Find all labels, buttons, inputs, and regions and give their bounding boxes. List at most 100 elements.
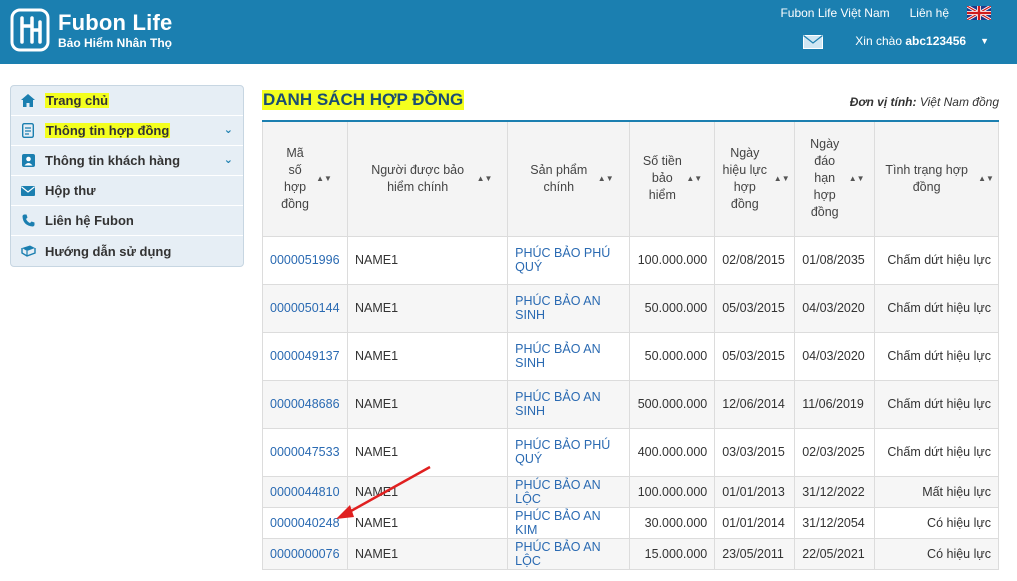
column-header-maturity-date[interactable]: Ngày đáo hạn hợp đồng ▲▼	[794, 120, 876, 237]
sort-icon[interactable]: ▲▼	[477, 175, 493, 183]
product-link[interactable]: PHÚC BẢO AN KIM	[507, 506, 631, 539]
contract-number-link[interactable]: 0000050144	[262, 283, 348, 333]
insured-name: NAME1	[346, 235, 509, 285]
document-icon	[20, 123, 36, 139]
table-row: 0000051996 NAME1 PHÚC BẢO PHÚ QUÝ 100.00…	[262, 235, 999, 285]
top-header: Fubon Life Bảo Hiểm Nhân Thọ Fubon Life …	[0, 0, 1017, 64]
product-link[interactable]: PHÚC BẢO AN SINH	[507, 379, 631, 429]
contract-number-link[interactable]: 0000049137	[262, 331, 348, 381]
column-header-effective-date[interactable]: Ngày hiệu lực hợp đồng ▲▼	[714, 120, 796, 237]
column-header-sum-insured[interactable]: Số tiền bảo hiểm ▲▼	[629, 120, 716, 237]
uk-flag-icon[interactable]	[967, 6, 991, 20]
effective-date: 01/01/2013	[714, 475, 796, 508]
sort-icon[interactable]: ▲▼	[598, 175, 614, 183]
contract-status: Có hiệu lực	[874, 506, 999, 539]
column-header-product[interactable]: Sản phẩm chính ▲▼	[507, 120, 631, 237]
maturity-date: 31/12/2054	[794, 506, 876, 539]
product-link[interactable]: PHÚC BẢO AN SINH	[507, 331, 631, 381]
sidebar-item-contact-fubon[interactable]: Liên hệ Fubon	[11, 206, 243, 236]
contract-status: Chấm dứt hiệu lực	[874, 283, 999, 333]
table-row: 0000040248 NAME1 PHÚC BẢO AN KIM 30.000.…	[262, 506, 999, 539]
currency-unit: Đơn vị tính: Việt Nam đồng	[850, 95, 999, 109]
column-header-status[interactable]: Tình trạng hợp đồng ▲▼	[874, 120, 999, 237]
sum-insured: 50.000.000	[629, 331, 716, 381]
insured-name: NAME1	[346, 427, 509, 477]
sum-insured: 50.000.000	[629, 283, 716, 333]
sort-icon[interactable]: ▲▼	[849, 175, 865, 183]
sidebar-item-contract-info[interactable]: Thông tin hợp đồng ⌄	[11, 116, 243, 146]
product-link[interactable]: PHÚC BẢO PHÚ QUÝ	[507, 235, 631, 285]
maturity-date: 02/03/2025	[794, 427, 876, 477]
maturity-date: 01/08/2035	[794, 235, 876, 285]
sidebar-item-customer-info[interactable]: Thông tin khách hàng ⌄	[11, 146, 243, 176]
fubon-logo[interactable]: Fubon Life Bảo Hiểm Nhân Thọ	[10, 8, 172, 52]
contract-number-link[interactable]: 0000044810	[262, 475, 348, 508]
product-link[interactable]: PHÚC BẢO PHÚ QUÝ	[507, 427, 631, 477]
sum-insured: 100.000.000	[629, 235, 716, 285]
product-link[interactable]: PHÚC BẢO AN LỘC	[507, 537, 631, 570]
sort-icon[interactable]: ▲▼	[686, 175, 702, 183]
sum-insured: 30.000.000	[629, 506, 716, 539]
sidebar-item-label: Trang chủ	[45, 93, 110, 108]
username: abc123456	[905, 33, 967, 48]
insured-name: NAME1	[346, 331, 509, 381]
effective-date: 12/06/2014	[714, 379, 796, 429]
insured-name: NAME1	[346, 475, 509, 508]
caret-down-icon[interactable]: ▼	[980, 36, 989, 46]
user-greeting[interactable]: Xin chào abc123456	[855, 34, 966, 48]
sum-insured: 15.000.000	[629, 537, 716, 570]
effective-date: 05/03/2015	[714, 283, 796, 333]
contract-status: Chấm dứt hiệu lực	[874, 427, 999, 477]
book-icon	[20, 243, 36, 259]
table-row: 0000000076 NAME1 PHÚC BẢO AN LỘC 15.000.…	[262, 537, 999, 570]
contract-status: Có hiệu lực	[874, 537, 999, 570]
sidebar-item-label: Thông tin hợp đồng	[45, 123, 171, 138]
company-link[interactable]: Fubon Life Việt Nam	[780, 6, 889, 20]
brand-name: Fubon Life	[58, 9, 173, 35]
fubon-logo-icon	[10, 8, 50, 52]
user-row: Xin chào abc123456 ▼	[803, 32, 989, 49]
table-row: 0000050144 NAME1 PHÚC BẢO AN SINH 50.000…	[262, 283, 999, 333]
sidebar-item-user-guide[interactable]: Hướng dẫn sử dụng	[11, 236, 243, 266]
mail-icon[interactable]	[803, 35, 824, 49]
sidebar-item-label: Hộp thư	[45, 183, 96, 198]
unit-label: Đơn vị tính:	[849, 95, 917, 109]
product-link[interactable]: PHÚC BẢO AN LỘC	[507, 475, 631, 508]
table-row: 0000049137 NAME1 PHÚC BẢO AN SINH 50.000…	[262, 331, 999, 381]
brand-tagline: Bảo Hiểm Nhân Thọ	[58, 35, 173, 50]
table-header-row: Mã số hợp đồng ▲▼ Người được bảo hiểm chí…	[262, 120, 999, 237]
insured-name: NAME1	[346, 506, 509, 539]
table-row: 0000048686 NAME1 PHÚC BẢO AN SINH 500.00…	[262, 379, 999, 429]
sort-icon[interactable]: ▲▼	[978, 175, 994, 183]
table-row: 0000044810 NAME1 PHÚC BẢO AN LỘC 100.000…	[262, 475, 999, 508]
maturity-date: 31/12/2022	[794, 475, 876, 508]
greeting-text: Xin chào	[855, 33, 902, 48]
sidebar-item-home[interactable]: Trang chủ	[11, 86, 243, 116]
chevron-down-icon[interactable]: ⌄	[224, 123, 233, 136]
sum-insured: 500.000.000	[629, 379, 716, 429]
sort-icon[interactable]: ▲▼	[774, 175, 790, 183]
effective-date: 23/05/2011	[714, 537, 796, 570]
contract-number-link[interactable]: 0000051996	[262, 235, 348, 285]
contract-number-link[interactable]: 0000047533	[262, 427, 348, 477]
contract-number-link[interactable]: 0000000076	[262, 537, 348, 570]
sidebar-item-mailbox[interactable]: Hộp thư	[11, 176, 243, 206]
logo-text: Fubon Life Bảo Hiểm Nhân Thọ	[58, 9, 173, 50]
product-link[interactable]: PHÚC BẢO AN SINH	[507, 283, 631, 333]
phone-icon	[20, 213, 36, 229]
sort-icon[interactable]: ▲▼	[316, 175, 332, 183]
contact-link[interactable]: Liên hệ	[910, 6, 949, 20]
column-header-insured[interactable]: Người được bảo hiểm chính ▲▼	[346, 120, 509, 237]
chevron-down-icon[interactable]: ⌄	[224, 153, 233, 166]
contract-number-link[interactable]: 0000048686	[262, 379, 348, 429]
user-icon	[20, 153, 36, 169]
column-header-contract-no[interactable]: Mã số hợp đồng ▲▼	[262, 120, 348, 237]
sum-insured: 100.000.000	[629, 475, 716, 508]
contract-status: Chấm dứt hiệu lực	[874, 379, 999, 429]
insured-name: NAME1	[346, 379, 509, 429]
insured-name: NAME1	[346, 537, 509, 570]
contract-number-link[interactable]: 0000040248	[262, 506, 348, 539]
table-row: 0000047533 NAME1 PHÚC BẢO PHÚ QUÝ 400.00…	[262, 427, 999, 477]
sidebar: Trang chủ Thông tin hợp đồng ⌄ Thông tin…	[10, 85, 244, 267]
effective-date: 05/03/2015	[714, 331, 796, 381]
